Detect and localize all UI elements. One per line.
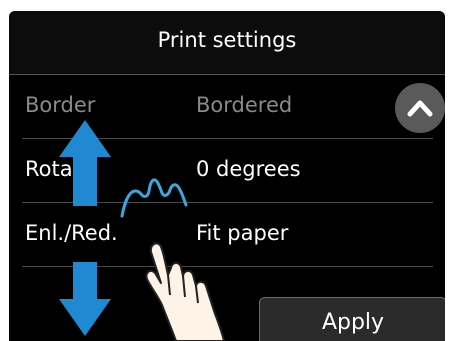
setting-value: Bordered — [196, 93, 293, 117]
divider — [22, 266, 433, 267]
setting-row-border[interactable]: Border Bordered — [9, 75, 445, 139]
title-bar: Print settings — [9, 11, 445, 75]
setting-label: Enl./Red. — [25, 221, 118, 245]
setting-row-enlarge-reduce[interactable]: Enl./Red. Fit paper — [9, 203, 445, 267]
page-title: Print settings — [157, 28, 297, 52]
setting-value: 0 degrees — [196, 157, 301, 181]
setting-label: Rotate — [25, 157, 94, 181]
printer-touch-screen: Print settings Border Bordered Rotate 0 … — [9, 11, 445, 341]
setting-value: Fit paper — [196, 221, 289, 245]
scroll-up-button[interactable] — [395, 83, 445, 133]
apply-button[interactable]: Apply — [259, 297, 445, 341]
setting-row-rotate[interactable]: Rotate 0 degrees — [9, 139, 445, 203]
chevron-up-icon — [407, 100, 433, 117]
setting-label: Border — [25, 93, 96, 117]
